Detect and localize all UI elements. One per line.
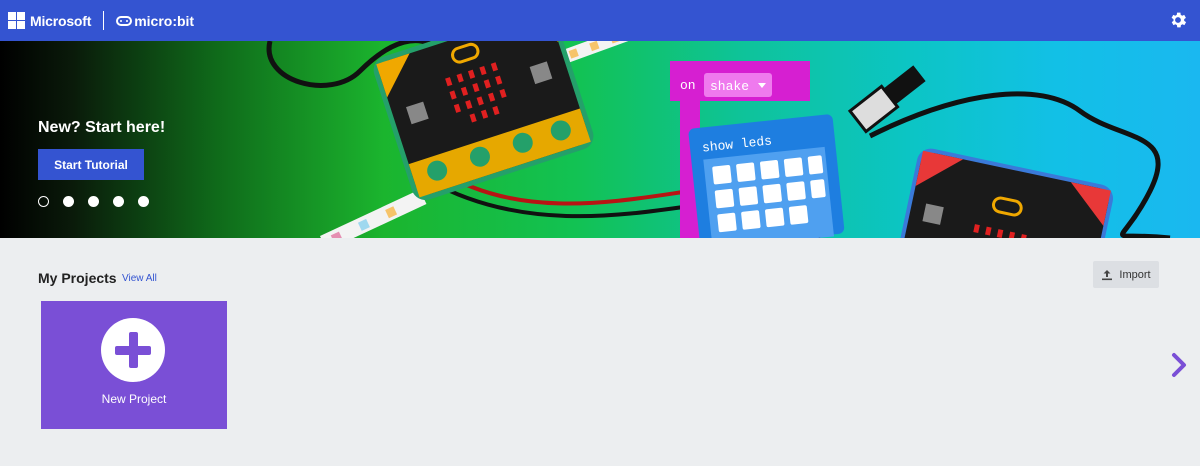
view-all-link[interactable]: View All — [122, 273, 157, 284]
windows-icon — [8, 12, 25, 29]
microsoft-logo[interactable]: Microsoft — [8, 12, 91, 29]
microbit-icon — [116, 15, 133, 26]
shake-dropdown-label: shake — [710, 79, 749, 94]
microsoft-brand-text: Microsoft — [30, 12, 92, 29]
hero-banner: on shake show leds New? Start here! Star… — [0, 41, 1200, 238]
chevron-right-icon[interactable] — [1170, 352, 1188, 378]
hero-title: New? Start here! — [38, 119, 166, 136]
carousel-dot-4[interactable] — [113, 196, 124, 207]
carousel-dot-1[interactable] — [38, 196, 49, 207]
upload-icon — [1102, 269, 1113, 280]
gear-icon[interactable] — [1168, 10, 1188, 30]
on-block-label: on — [680, 78, 696, 93]
import-label: Import — [1119, 268, 1151, 281]
plus-icon — [101, 318, 165, 382]
header-divider — [103, 11, 105, 30]
carousel-dot-5[interactable] — [138, 196, 149, 207]
carousel-dot-3[interactable] — [88, 196, 99, 207]
hero-illustration: on shake show leds — [266, 41, 1171, 238]
microbit-brand-text: micro:bit — [134, 12, 195, 29]
carousel-dots — [38, 196, 149, 207]
carousel-dot-2[interactable] — [63, 196, 74, 207]
start-tutorial-button[interactable]: Start Tutorial — [38, 149, 144, 180]
new-project-label: New Project — [101, 392, 167, 406]
my-projects-heading: My Projects — [38, 270, 117, 286]
microbit-logo[interactable]: micro:bit — [116, 13, 194, 29]
new-project-card[interactable]: New Project — [41, 301, 227, 429]
import-button[interactable]: Import — [1093, 261, 1159, 288]
top-bar: Microsoft micro:bit — [0, 0, 1200, 41]
